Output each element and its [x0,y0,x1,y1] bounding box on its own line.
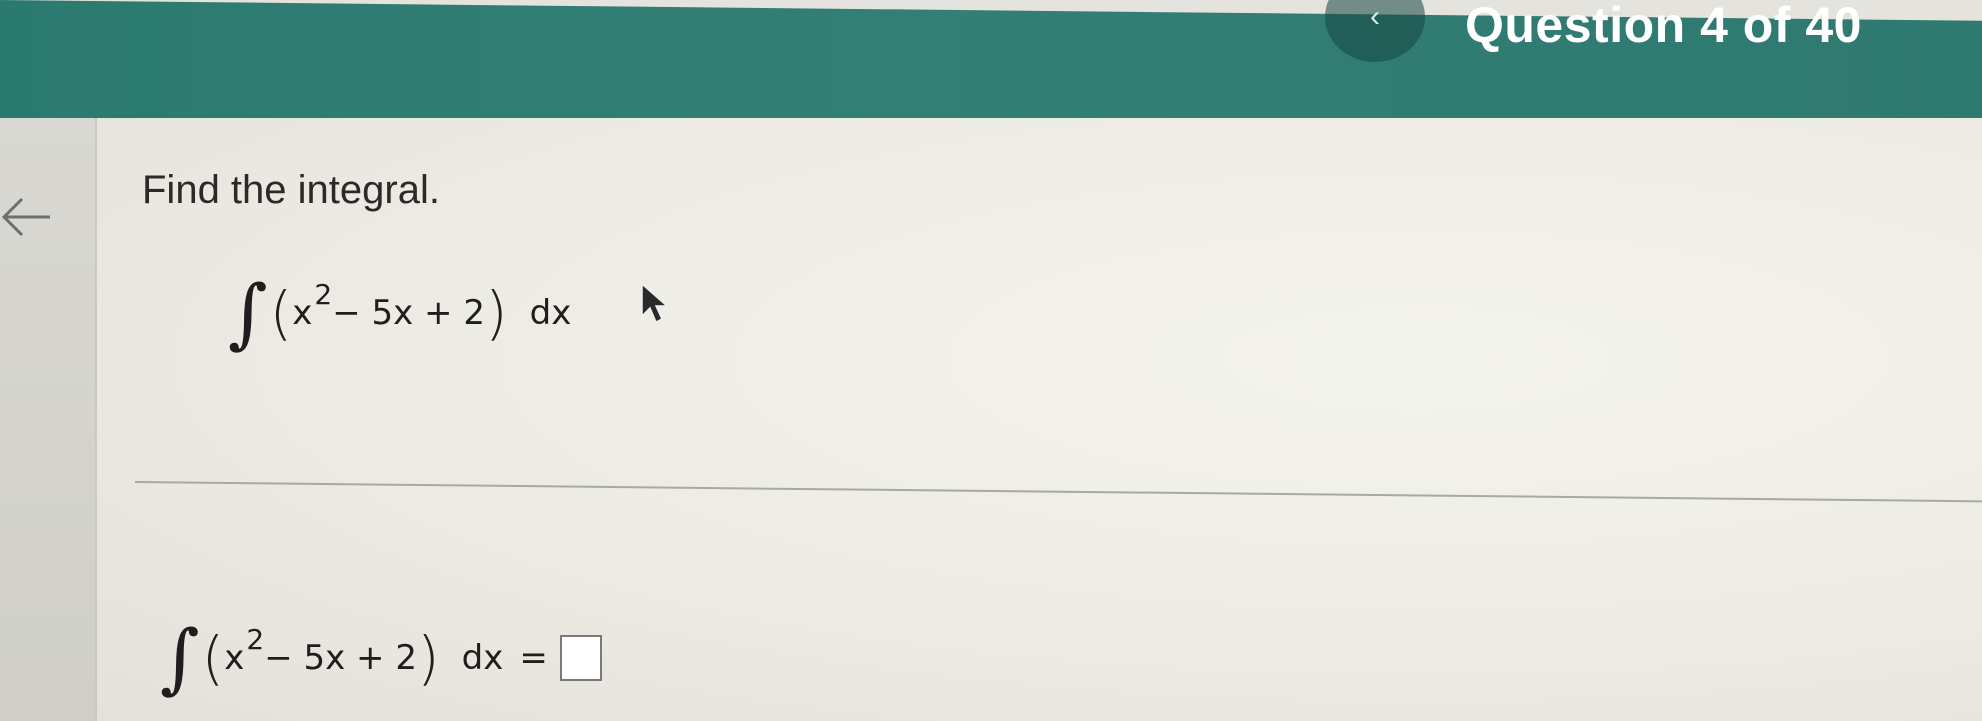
close-paren: ) [485,279,508,347]
answer-input[interactable] [559,635,602,681]
question-prompt: Find the integral. [142,168,440,212]
term-base: x [292,293,313,333]
differential: dx [529,293,572,333]
term-rest: − 5x + 2 [332,293,485,333]
open-paren: ( [201,624,225,692]
term-rest: − 5x + 2 [264,638,417,678]
question-expression: ∫ ( x 2 − 5x + 2 ) dx [228,275,571,351]
term-exponent: 2 [246,623,265,656]
differential: dx [461,638,504,678]
integral-sign: ∫ [160,613,200,702]
question-counter: Question 4 of 40 [1465,0,1862,53]
answer-expression: ∫ ( x 2 − 5x + 2 ) dx = [160,620,602,696]
term-base: x [224,638,245,678]
equals-sign: = [519,638,548,678]
chevron-left-icon: ‹ [1370,0,1380,33]
open-paren: ( [269,279,293,347]
integral-sign: ∫ [228,268,268,357]
term-exponent: 2 [314,278,333,311]
arrow-left-icon[interactable] [0,195,52,239]
close-paren: ) [417,624,440,692]
screen: ‹ Question 4 of 40 Find the integral. ∫ … [0,0,1982,721]
mouse-pointer-icon [641,282,669,324]
